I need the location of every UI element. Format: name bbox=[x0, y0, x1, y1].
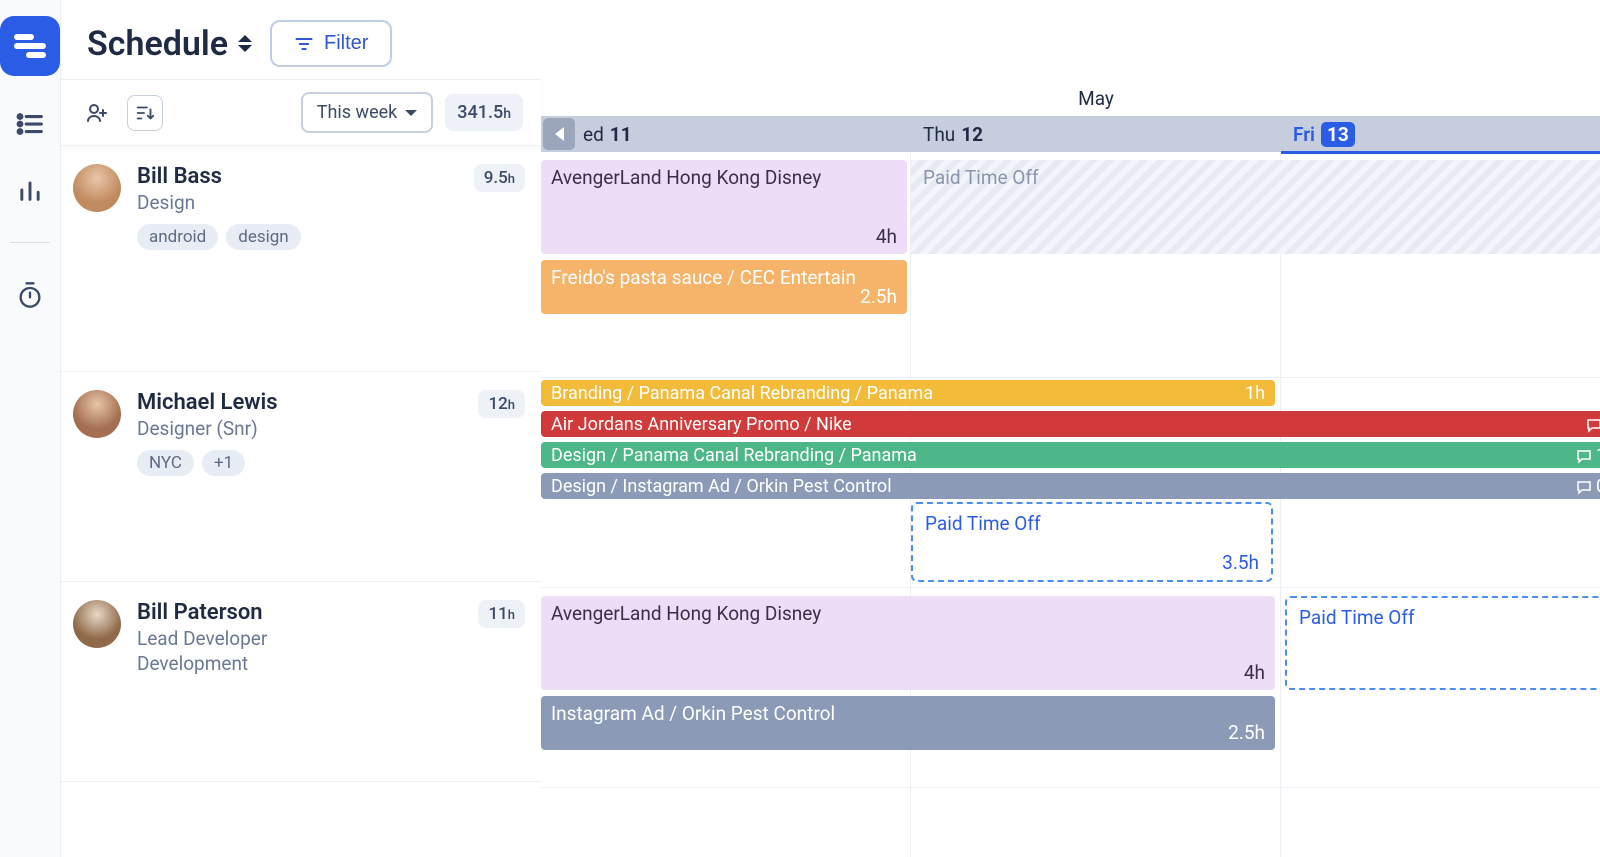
task-block[interactable]: Branding / Panama Canal Rebranding / Pan… bbox=[541, 380, 1275, 406]
task-title: Paid Time Off bbox=[923, 166, 1039, 189]
task-hours: 1.5h bbox=[1586, 413, 1600, 436]
total-hours-value: 341.5 bbox=[457, 102, 503, 123]
task-hours: 0.75h bbox=[1576, 475, 1600, 498]
task-hours: 1h bbox=[1245, 382, 1265, 405]
people-panel: This week 341.5h Bill BassDesign android d… bbox=[61, 79, 541, 857]
task-block[interactable]: Air Jordans Anniversary Promo / Nike 1.5h bbox=[541, 411, 1600, 437]
sort-list-icon bbox=[134, 102, 156, 124]
sidebar bbox=[0, 0, 61, 857]
logo-icon bbox=[13, 29, 47, 63]
prev-week-button[interactable] bbox=[543, 118, 575, 150]
calendar: May ed 11Thu 12Fri 13 AvengerLand Hong K… bbox=[541, 79, 1600, 857]
task-title: Paid Time Off bbox=[1299, 606, 1415, 629]
person-role: Lead Developer bbox=[137, 627, 478, 650]
filter-label: Filter bbox=[324, 32, 368, 55]
task-title: AvengerLand Hong Kong Disney bbox=[551, 166, 821, 189]
day-num: 12 bbox=[961, 123, 983, 146]
pto-block[interactable]: Paid Time Off 3.5h bbox=[911, 502, 1273, 582]
day-num: 11 bbox=[610, 123, 632, 146]
task-block[interactable]: Design / Panama Canal Rebranding / Panam… bbox=[541, 442, 1600, 468]
sidebar-list[interactable] bbox=[12, 106, 48, 142]
person-name: Bill Paterson bbox=[137, 600, 478, 625]
filter-icon bbox=[294, 34, 314, 54]
task-hours: 2.5h bbox=[860, 285, 897, 310]
page-title-dropdown[interactable]: Schedule bbox=[87, 24, 252, 64]
task-title: AvengerLand Hong Kong Disney bbox=[551, 602, 821, 625]
range-dropdown[interactable]: This week bbox=[301, 92, 434, 133]
header: Schedule Filter bbox=[61, 0, 1600, 79]
sidebar-bar-chart[interactable] bbox=[12, 172, 48, 208]
comment-icon bbox=[1576, 448, 1592, 464]
month-label: May bbox=[541, 79, 1600, 116]
filter-button[interactable]: Filter bbox=[270, 20, 392, 67]
avatar[interactable] bbox=[73, 390, 121, 438]
person-name: Bill Bass bbox=[137, 164, 474, 189]
page-title: Schedule bbox=[87, 24, 228, 64]
calendar-row: Branding / Panama Canal Rebranding / Pan… bbox=[541, 378, 1600, 588]
task-title: Design / Panama Canal Rebranding / Panam… bbox=[551, 445, 917, 466]
person-hours-badge: 9.5h bbox=[474, 164, 525, 192]
task-title: Freido's pasta sauce / CEC Entertain bbox=[551, 266, 856, 289]
task-block[interactable]: Instagram Ad / Orkin Pest Control 2.5h bbox=[541, 696, 1275, 750]
add-person-button[interactable] bbox=[79, 95, 115, 131]
day-num: 13 bbox=[1321, 122, 1355, 147]
task-block[interactable]: AvengerLand Hong Kong Disney 4h bbox=[541, 596, 1275, 690]
person-role: Designer (Snr) bbox=[137, 417, 478, 440]
sidebar-divider bbox=[10, 242, 50, 243]
app-logo[interactable] bbox=[0, 16, 60, 76]
person-tag[interactable]: NYC bbox=[137, 450, 194, 476]
person-row[interactable]: Michael LewisDesigner (Snr) NYC +1 12h bbox=[61, 372, 541, 582]
person-row[interactable]: Bill BassDesign android design 9.5h bbox=[61, 146, 541, 372]
task-title: Branding / Panama Canal Rebranding / Pan… bbox=[551, 383, 933, 404]
person-hours-badge: 12h bbox=[478, 390, 525, 418]
task-hours: 3.5h bbox=[1222, 551, 1259, 574]
calendar-row: AvengerLand Hong Kong Disney 4h Freido's p… bbox=[541, 152, 1600, 378]
range-label: This week bbox=[317, 102, 398, 123]
task-hours: 4h bbox=[1244, 661, 1265, 686]
comment-icon bbox=[1576, 479, 1592, 495]
day-header-2[interactable]: Fri 13 bbox=[1281, 116, 1600, 152]
stopwatch-icon bbox=[16, 281, 44, 309]
person-tag[interactable]: design bbox=[226, 224, 300, 250]
person-tag[interactable]: +1 bbox=[202, 450, 245, 476]
pto-block[interactable]: Paid Time Off4h bbox=[1285, 596, 1600, 690]
day-header-0[interactable]: ed 11 bbox=[541, 116, 911, 152]
task-title: Instagram Ad / Orkin Pest Control bbox=[551, 702, 835, 725]
panel-header: This week 341.5h bbox=[61, 79, 541, 146]
day-dow: Thu bbox=[923, 123, 955, 146]
task-title: Design / Instagram Ad / Orkin Pest Contr… bbox=[551, 476, 892, 497]
sort-button[interactable] bbox=[127, 95, 163, 131]
day-dow: ed bbox=[583, 123, 604, 146]
person-role: Design bbox=[137, 191, 474, 214]
add-person-icon bbox=[85, 101, 109, 125]
person-dept: Development bbox=[137, 652, 478, 675]
bar-chart-icon bbox=[16, 176, 44, 204]
pto-block[interactable]: Paid Time Off bbox=[911, 160, 1600, 254]
sort-icon bbox=[238, 35, 252, 52]
task-block[interactable]: Design / Instagram Ad / Orkin Pest Contr… bbox=[541, 473, 1600, 499]
comment-icon bbox=[1586, 417, 1600, 433]
avatar[interactable] bbox=[73, 164, 121, 212]
task-hours: 4h bbox=[876, 225, 897, 250]
task-block[interactable]: Freido's pasta sauce / CEC Entertain2.5h bbox=[541, 260, 907, 314]
list-icon bbox=[15, 109, 45, 139]
calendar-row: AvengerLand Hong Kong Disney 4h Instagram … bbox=[541, 588, 1600, 788]
day-header: ed 11Thu 12Fri 13 bbox=[541, 116, 1600, 152]
task-title: Paid Time Off bbox=[925, 512, 1041, 535]
task-hours: 1.25h bbox=[1576, 444, 1600, 467]
sidebar-stopwatch[interactable] bbox=[12, 277, 48, 313]
chevron-down-icon bbox=[405, 110, 417, 116]
task-hours: 2.5h bbox=[1228, 721, 1265, 746]
person-hours-badge: 11h bbox=[478, 600, 525, 628]
person-tag[interactable]: android bbox=[137, 224, 218, 250]
task-block[interactable]: AvengerLand Hong Kong Disney 4h bbox=[541, 160, 907, 254]
task-title: Air Jordans Anniversary Promo / Nike bbox=[551, 414, 852, 435]
avatar[interactable] bbox=[73, 600, 121, 648]
total-hours-badge: 341.5h bbox=[445, 94, 523, 131]
day-header-1[interactable]: Thu 12 bbox=[911, 116, 1281, 152]
day-dow: Fri bbox=[1293, 123, 1315, 146]
person-row[interactable]: Bill PatersonLead DeveloperDevelopment 11… bbox=[61, 582, 541, 782]
person-name: Michael Lewis bbox=[137, 390, 478, 415]
